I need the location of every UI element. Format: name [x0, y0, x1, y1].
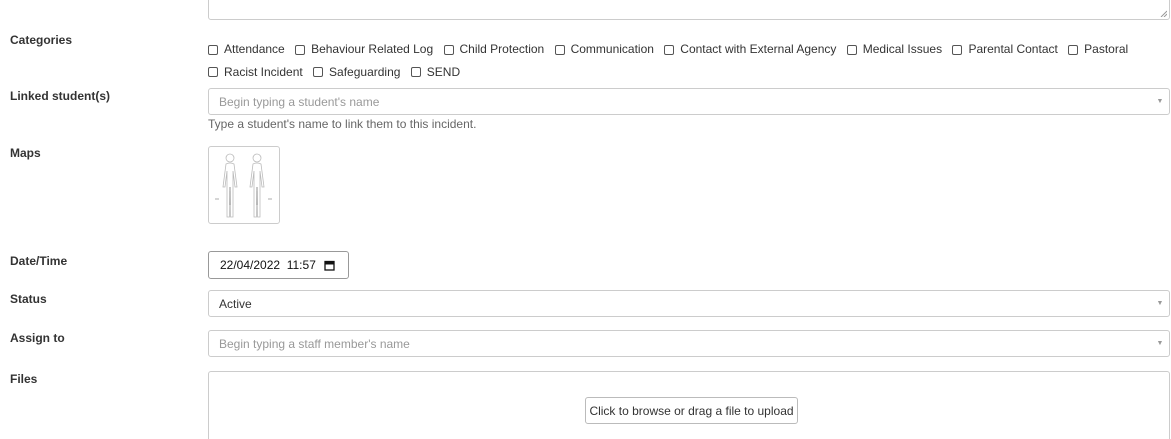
- calendar-icon[interactable]: [324, 260, 335, 271]
- checkbox[interactable]: [410, 67, 421, 77]
- description-textarea[interactable]: [208, 0, 1170, 20]
- category-child-protection[interactable]: Child Protection: [443, 39, 544, 60]
- body-map-thumbnail[interactable]: [208, 146, 280, 224]
- status-value: Active: [219, 296, 252, 311]
- assign-to-label: Assign to: [10, 331, 65, 345]
- checkbox[interactable]: [952, 44, 963, 55]
- category-attendance[interactable]: Attendance: [208, 39, 285, 60]
- category-behaviour-related-log[interactable]: Behaviour Related Log: [295, 39, 433, 60]
- checkbox[interactable]: [664, 44, 675, 55]
- resize-handle-icon[interactable]: [1160, 10, 1167, 17]
- category-safeguarding[interactable]: Safeguarding: [313, 62, 400, 83]
- status-select[interactable]: Active ▼: [208, 290, 1170, 317]
- assign-to-select[interactable]: Begin typing a staff member's name ▼: [208, 330, 1170, 357]
- checkbox[interactable]: [208, 67, 218, 77]
- linked-students-select[interactable]: Begin typing a student's name ▼: [208, 88, 1170, 115]
- category-pastoral[interactable]: Pastoral: [1068, 39, 1128, 60]
- checkbox[interactable]: [208, 44, 218, 55]
- datetime-label: Date/Time: [10, 254, 68, 268]
- checkbox[interactable]: [846, 44, 857, 55]
- datetime-value: 22/04/2022 11:57: [220, 258, 316, 272]
- maps-label: Maps: [10, 146, 41, 160]
- chevron-down-icon[interactable]: ▼: [1151, 331, 1169, 356]
- category-parental-contact[interactable]: Parental Contact: [952, 39, 1058, 60]
- checkbox[interactable]: [554, 44, 565, 55]
- body-map-icon: [215, 153, 272, 218]
- linked-students-help: Type a student's name to link them to th…: [208, 117, 477, 131]
- chevron-down-icon[interactable]: ▼: [1151, 89, 1169, 114]
- category-send[interactable]: SEND: [410, 62, 460, 83]
- category-communication[interactable]: Communication: [554, 39, 654, 60]
- checkbox[interactable]: [443, 44, 454, 55]
- checkbox[interactable]: [313, 67, 324, 77]
- checkbox[interactable]: [295, 44, 306, 55]
- linked-students-label: Linked student(s): [10, 89, 111, 103]
- files-label: Files: [10, 372, 38, 386]
- category-medical-issues[interactable]: Medical Issues: [846, 39, 942, 60]
- status-label: Status: [10, 292, 47, 306]
- upload-file-button[interactable]: Click to browse or drag a file to upload: [585, 397, 798, 424]
- assign-to-placeholder: Begin typing a staff member's name: [219, 336, 410, 351]
- category-contact-external-agency[interactable]: Contact with External Agency: [664, 39, 836, 60]
- linked-students-placeholder: Begin typing a student's name: [219, 94, 380, 109]
- category-racist-incident[interactable]: Racist Incident: [208, 62, 303, 83]
- datetime-input[interactable]: 22/04/2022 11:57: [208, 251, 349, 279]
- checkbox[interactable]: [1068, 44, 1079, 55]
- chevron-down-icon[interactable]: ▼: [1151, 291, 1169, 316]
- file-dropzone[interactable]: Click to browse or drag a file to upload: [208, 371, 1170, 439]
- categories-label: Categories: [10, 33, 73, 47]
- categories-checkbox-group: Attendance Behaviour Related Log Child P…: [208, 39, 1168, 84]
